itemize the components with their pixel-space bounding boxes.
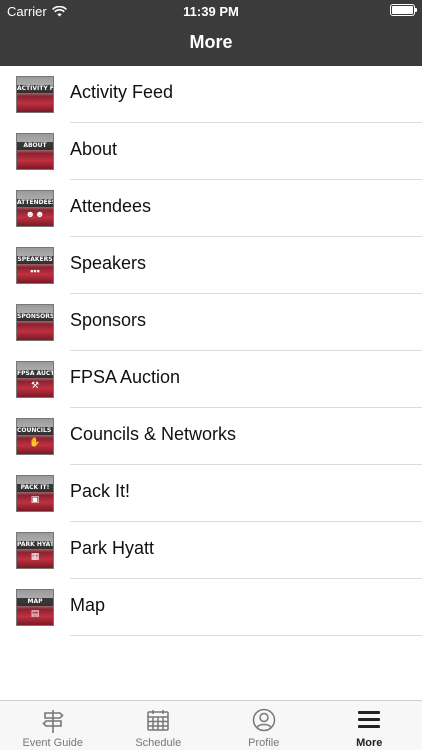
tab-event-guide[interactable]: Event Guide	[0, 701, 106, 750]
menu-item-label: Map	[70, 595, 106, 615]
menu-item-speakers[interactable]: SPEAKERS ▪▪▪ Speakers	[0, 237, 422, 294]
tab-label: Event Guide	[22, 737, 84, 749]
status-bar: Carrier 11:39 PM	[0, 0, 422, 22]
menu-icon	[358, 711, 381, 728]
page-title: More	[189, 32, 233, 52]
about-icon: ABOUT	[16, 133, 54, 170]
tab-schedule[interactable]: Schedule	[106, 701, 212, 750]
menu-item-pack-it[interactable]: PACK IT! ▣ Pack It!	[0, 465, 422, 522]
calendar-icon	[147, 710, 169, 731]
tab-bar: Event Guide Schedule Profile More	[0, 700, 422, 750]
header: Carrier 11:39 PM More	[0, 0, 422, 66]
menu-item-label: Sponsors	[70, 310, 147, 330]
map-icon: MAP ▤	[16, 589, 54, 626]
menu-item-label: Park Hyatt	[70, 538, 155, 558]
menu-item-activity-feed[interactable]: ACTIVITY FEED Activity Feed	[0, 66, 422, 123]
status-time: 11:39 PM	[183, 4, 239, 19]
menu-item-label: Councils & Networks	[70, 424, 237, 444]
menu-item-fpsa-auction[interactable]: FPSA AUCTION ⚒ FPSA Auction	[0, 351, 422, 408]
menu-item-label: Attendees	[70, 196, 152, 216]
menu-item-attendees[interactable]: ATTENDEES ☻☻ Attendees	[0, 180, 422, 237]
tab-label: Profile	[248, 737, 280, 749]
activity-feed-icon: ACTIVITY FEED	[16, 76, 54, 113]
menu-item-label: Activity Feed	[70, 82, 174, 102]
battery-icon	[390, 4, 417, 16]
signpost-icon	[42, 710, 64, 733]
profile-icon	[252, 708, 275, 732]
menu-item-councils-networks[interactable]: COUNCILS & NETWORKS ✋ Councils & Network…	[0, 408, 422, 465]
more-menu-list: ACTIVITY FEED Activity Feed ABOUT About …	[0, 66, 422, 636]
councils-icon: COUNCILS & NETWORKS ✋	[16, 418, 54, 455]
menu-item-sponsors[interactable]: SPONSORS Sponsors	[0, 294, 422, 351]
menu-item-label: FPSA Auction	[70, 367, 181, 387]
park-hyatt-icon: PARK HYATT ▦	[16, 532, 54, 569]
menu-item-about[interactable]: ABOUT About	[0, 123, 422, 180]
menu-item-park-hyatt[interactable]: PARK HYATT ▦ Park Hyatt	[0, 522, 422, 579]
menu-item-map[interactable]: MAP ▤ Map	[0, 579, 422, 636]
sponsors-icon: SPONSORS	[16, 304, 54, 341]
status-right	[390, 4, 417, 16]
tab-more[interactable]: More	[317, 701, 422, 750]
speakers-icon: SPEAKERS ▪▪▪	[16, 247, 54, 284]
menu-item-label: Speakers	[70, 253, 147, 273]
auction-icon: FPSA AUCTION ⚒	[16, 361, 54, 398]
menu-item-label: About	[70, 139, 118, 159]
attendees-icon: ATTENDEES ☻☻	[16, 190, 54, 227]
tab-label: Schedule	[135, 737, 182, 749]
tab-profile[interactable]: Profile	[211, 701, 317, 750]
pack-it-icon: PACK IT! ▣	[16, 475, 54, 512]
menu-item-label: Pack It!	[70, 481, 131, 501]
tab-label: More	[356, 737, 383, 749]
